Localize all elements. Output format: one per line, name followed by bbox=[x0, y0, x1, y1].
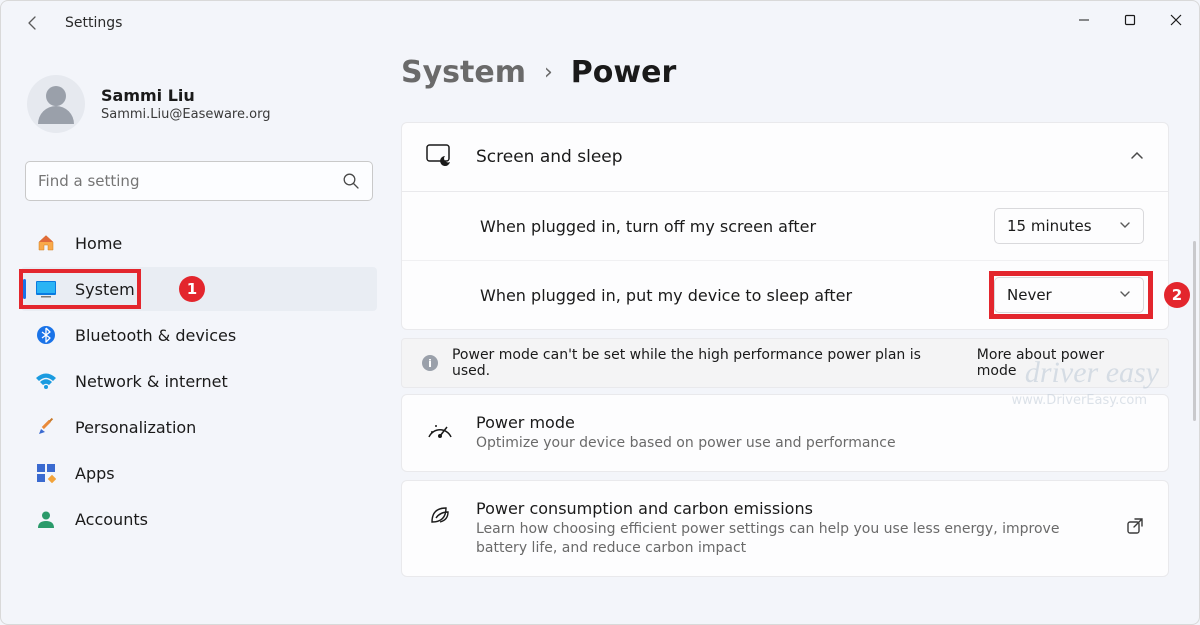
sidebar-item-personalization[interactable]: Personalization bbox=[21, 405, 377, 449]
minimize-button[interactable] bbox=[1061, 1, 1107, 39]
scrollbar[interactable] bbox=[1193, 241, 1196, 421]
power-mode-card[interactable]: Power mode Optimize your device based on… bbox=[401, 394, 1169, 472]
titlebar: Settings bbox=[1, 1, 1199, 45]
profile-name: Sammi Liu bbox=[101, 86, 270, 105]
sidebar-item-apps[interactable]: Apps bbox=[21, 451, 377, 495]
bluetooth-icon bbox=[35, 324, 57, 346]
sidebar-item-home[interactable]: Home bbox=[21, 221, 377, 265]
nav-label: Network & internet bbox=[75, 372, 228, 391]
nav-list: Home System 1 Bluetooth & devices bbox=[21, 221, 377, 541]
screen-sleep-card: Screen and sleep When plugged in, turn o… bbox=[401, 122, 1169, 330]
screen-sleep-icon bbox=[426, 143, 454, 171]
screen-sleep-body: When plugged in, turn off my screen afte… bbox=[402, 191, 1168, 329]
chevron-down-icon bbox=[1119, 217, 1131, 235]
power-mode-info: i Power mode can't be set while the high… bbox=[401, 338, 1169, 388]
window-controls bbox=[1061, 1, 1199, 39]
sleep-row: When plugged in, put my device to sleep … bbox=[402, 260, 1168, 329]
open-external-icon[interactable] bbox=[1126, 517, 1144, 539]
info-message: Power mode can't be set while the high p… bbox=[452, 347, 963, 379]
info-icon: i bbox=[422, 355, 438, 371]
gauge-icon bbox=[426, 415, 454, 443]
screen-off-label: When plugged in, turn off my screen afte… bbox=[480, 217, 816, 236]
carbon-desc: Learn how choosing efficient power setti… bbox=[476, 520, 1104, 558]
screen-off-select[interactable]: 15 minutes bbox=[994, 208, 1144, 244]
content-area: System › Power Screen and sleep When pl bbox=[401, 45, 1199, 624]
wifi-icon bbox=[35, 370, 57, 392]
leaf-icon bbox=[426, 501, 454, 529]
nav-label: Personalization bbox=[75, 418, 196, 437]
sidebar: Sammi Liu Sammi.Liu@Easeware.org Home bbox=[1, 45, 401, 624]
annotation-badge-2: 2 bbox=[1164, 282, 1190, 308]
sleep-select[interactable]: Never bbox=[994, 277, 1144, 313]
search-box[interactable] bbox=[25, 161, 373, 201]
screen-sleep-label: Screen and sleep bbox=[476, 147, 623, 167]
avatar bbox=[27, 75, 85, 133]
power-mode-title: Power mode bbox=[476, 413, 896, 432]
brush-icon bbox=[35, 416, 57, 438]
carbon-title: Power consumption and carbon emissions bbox=[476, 499, 1104, 518]
profile-email: Sammi.Liu@Easeware.org bbox=[101, 107, 270, 122]
info-link[interactable]: More about power mode bbox=[977, 347, 1148, 379]
close-button[interactable] bbox=[1153, 1, 1199, 39]
breadcrumb: System › Power bbox=[401, 55, 1169, 90]
chevron-right-icon: › bbox=[544, 60, 553, 85]
home-icon bbox=[35, 232, 57, 254]
apps-icon bbox=[35, 462, 57, 484]
window-title: Settings bbox=[65, 15, 122, 31]
chevron-up-icon bbox=[1130, 148, 1144, 167]
screen-off-value: 15 minutes bbox=[1007, 217, 1092, 235]
back-icon[interactable] bbox=[25, 15, 41, 31]
sleep-value: Never bbox=[1007, 286, 1052, 304]
sleep-label: When plugged in, put my device to sleep … bbox=[480, 286, 852, 305]
sidebar-item-network[interactable]: Network & internet bbox=[21, 359, 377, 403]
annotation-badge-1: 1 bbox=[179, 276, 205, 302]
sidebar-item-accounts[interactable]: Accounts bbox=[21, 497, 377, 541]
nav-label: Home bbox=[75, 234, 122, 253]
breadcrumb-parent[interactable]: System bbox=[401, 55, 526, 90]
power-mode-desc: Optimize your device based on power use … bbox=[476, 434, 896, 453]
chevron-down-icon bbox=[1119, 286, 1131, 304]
carbon-card[interactable]: Power consumption and carbon emissions L… bbox=[401, 480, 1169, 577]
screen-off-row: When plugged in, turn off my screen afte… bbox=[402, 192, 1168, 260]
maximize-button[interactable] bbox=[1107, 1, 1153, 39]
breadcrumb-current: Power bbox=[571, 55, 676, 90]
nav-label: System bbox=[75, 280, 135, 299]
nav-label: Apps bbox=[75, 464, 115, 483]
profile-block[interactable]: Sammi Liu Sammi.Liu@Easeware.org bbox=[21, 45, 377, 161]
settings-window: Settings Sammi Liu Sammi.Liu@Easeware.or… bbox=[0, 0, 1200, 625]
search-input[interactable] bbox=[38, 172, 342, 190]
system-icon bbox=[35, 278, 57, 300]
nav-label: Accounts bbox=[75, 510, 148, 529]
sidebar-item-system[interactable]: System 1 bbox=[21, 267, 377, 311]
search-icon bbox=[342, 172, 360, 190]
sidebar-item-bluetooth[interactable]: Bluetooth & devices bbox=[21, 313, 377, 357]
main-layout: Sammi Liu Sammi.Liu@Easeware.org Home bbox=[1, 45, 1199, 624]
nav-label: Bluetooth & devices bbox=[75, 326, 236, 345]
person-icon bbox=[35, 508, 57, 530]
screen-sleep-header[interactable]: Screen and sleep bbox=[402, 123, 1168, 191]
